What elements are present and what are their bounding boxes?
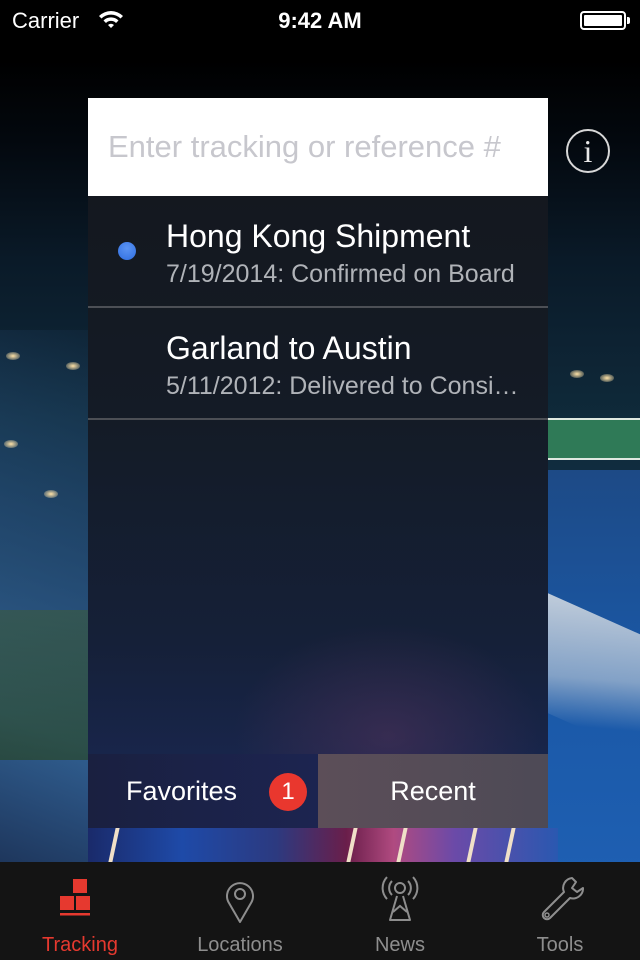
shipment-title: Garland to Austin (166, 330, 412, 366)
favorites-count-badge: 1 (269, 773, 307, 811)
shipment-list: Hong Kong Shipment 7/19/2014: Confirmed … (88, 196, 548, 754)
battery-icon (580, 11, 626, 30)
tab-label: Tools (536, 934, 584, 956)
shipment-status: 5/11/2012: Delivered to Consignee (166, 372, 520, 400)
map-pin-icon (226, 882, 254, 923)
background-street-light (570, 370, 584, 378)
info-icon: i (583, 133, 593, 169)
tracking-search-field[interactable] (88, 98, 548, 196)
background-street-light (66, 362, 80, 370)
tab-label: Locations (197, 934, 283, 956)
wrench-icon (541, 877, 584, 921)
broadcast-tower-icon (381, 876, 419, 921)
shipment-row[interactable]: Garland to Austin 5/11/2012: Delivered t… (88, 308, 548, 420)
tab-locations[interactable]: Locations (160, 862, 320, 960)
favorites-label: Favorites (126, 775, 238, 806)
background-grass (0, 610, 90, 760)
tab-label: Tracking (42, 934, 118, 956)
tab-bar: Tracking Locations News Tools (0, 862, 640, 960)
list-segment-control: Favorites 1 Recent (88, 754, 548, 828)
tab-tools[interactable]: Tools (480, 862, 640, 960)
background-road-signs (548, 418, 640, 460)
info-button[interactable]: i (566, 129, 610, 173)
boxes-icon (60, 879, 90, 916)
tracking-number-input[interactable] (108, 129, 528, 165)
background-street-light (600, 374, 614, 382)
shipment-title: Hong Kong Shipment (166, 218, 471, 254)
background-light-trails (88, 828, 558, 862)
background-street-light (44, 490, 58, 498)
status-bar: Carrier 9:42 AM (0, 0, 640, 40)
clock: 9:42 AM (278, 8, 362, 33)
shipment-status: 7/19/2014: Confirmed on Board (166, 260, 515, 288)
background-street-light (6, 352, 20, 360)
recent-label: Recent (390, 775, 476, 806)
recent-segment[interactable]: Recent (318, 754, 548, 828)
tab-news[interactable]: News (320, 862, 480, 960)
unread-dot-icon (118, 242, 136, 260)
tab-tracking[interactable]: Tracking (0, 862, 160, 960)
tab-label: News (374, 934, 425, 956)
battery-tip (627, 17, 630, 24)
favorites-segment[interactable]: Favorites 1 (88, 754, 318, 828)
background-street-light (4, 440, 18, 448)
shipment-row[interactable]: Hong Kong Shipment 7/19/2014: Confirmed … (88, 196, 548, 308)
